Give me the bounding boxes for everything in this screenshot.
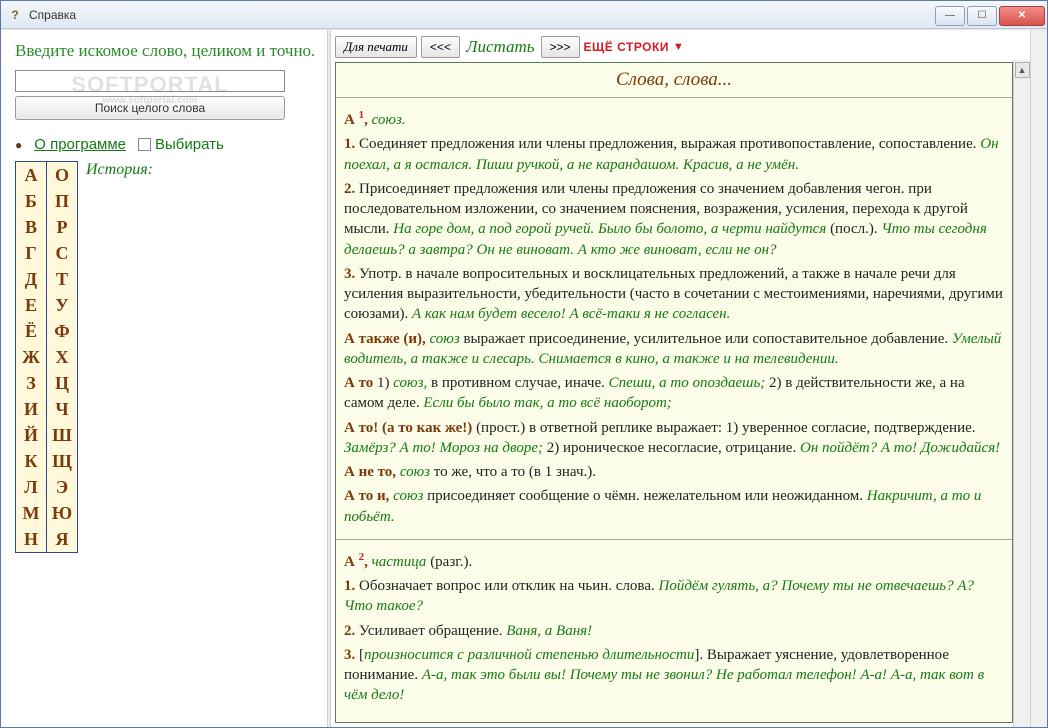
alpha-Ж[interactable]: Ж: [16, 344, 46, 370]
minimize-button[interactable]: —: [935, 6, 965, 26]
alpha-А[interactable]: А: [16, 162, 46, 188]
alpha-Ш[interactable]: Ш: [47, 422, 77, 448]
left-pane: Введите искомое слово, целиком и точно. …: [1, 30, 327, 727]
pages-label: Листать: [466, 37, 535, 57]
alpha-history-row: АБВГДЕЁЖЗИЙКЛМН ОПРСТУФХЦЧШЩЭЮЯ История:: [15, 161, 317, 553]
help-icon: ?: [7, 7, 23, 23]
right-pane: Для печати <<< Листать >>> ЕЩЁ СТРОКИ ▼ …: [331, 30, 1030, 727]
close-button[interactable]: ✕: [999, 6, 1045, 26]
next-page-button[interactable]: >>>: [541, 36, 580, 58]
alpha-Л[interactable]: Л: [16, 474, 46, 500]
alpha-Е[interactable]: Е: [16, 292, 46, 318]
search-button[interactable]: Поиск целого слова: [15, 96, 285, 120]
alpha-В[interactable]: В: [16, 214, 46, 240]
client-area: Введите искомое слово, целиком и точно. …: [1, 29, 1047, 727]
window-title: Справка: [29, 8, 935, 22]
alpha-О[interactable]: О: [47, 162, 77, 188]
checkbox-icon: [138, 138, 151, 151]
alpha-П[interactable]: П: [47, 188, 77, 214]
about-link[interactable]: О программе: [34, 136, 126, 153]
alpha-З[interactable]: З: [16, 370, 46, 396]
alpha-Й[interactable]: Й: [16, 422, 46, 448]
prev-page-button[interactable]: <<<: [421, 36, 460, 58]
alpha-Х[interactable]: Х: [47, 344, 77, 370]
entry-a1: А 1, союз. 1. Соединяет предложения или …: [336, 98, 1012, 540]
alpha-У[interactable]: У: [47, 292, 77, 318]
alpha-Я[interactable]: Я: [47, 526, 77, 552]
alpha-Р[interactable]: Р: [47, 214, 77, 240]
alpha-Т[interactable]: Т: [47, 266, 77, 292]
print-button[interactable]: Для печати: [335, 36, 417, 58]
search-input[interactable]: [15, 70, 285, 92]
alpha-Б[interactable]: Б: [16, 188, 46, 214]
alpha-Э[interactable]: Э: [47, 474, 77, 500]
alpha-К[interactable]: К: [16, 448, 46, 474]
entry-a2: А 2, частица (разг.). 1. Обозначает вопр…: [336, 540, 1012, 718]
maximize-button[interactable]: ☐: [967, 6, 997, 26]
triangle-down-icon: ▼: [673, 41, 684, 53]
outer-scrollbar[interactable]: [1030, 30, 1047, 727]
link-row: ● О программе Выбирать: [15, 136, 317, 153]
alpha-Ё[interactable]: Ё: [16, 318, 46, 344]
alpha-Д[interactable]: Д: [16, 266, 46, 292]
history-label: История:: [86, 161, 153, 553]
choose-checkbox[interactable]: Выбирать: [138, 136, 224, 153]
alphabet-grid: АБВГДЕЁЖЗИЙКЛМН ОПРСТУФХЦЧШЩЭЮЯ: [15, 161, 78, 553]
article-scroll[interactable]: Слова, слова... А 1, союз. 1. Соединяет …: [335, 62, 1013, 723]
alpha-Щ[interactable]: Щ: [47, 448, 77, 474]
alpha-И[interactable]: И: [16, 396, 46, 422]
inner-scrollbar[interactable]: ▲: [1013, 60, 1030, 727]
choose-label: Выбирать: [155, 136, 224, 153]
alpha-Ц[interactable]: Ц: [47, 370, 77, 396]
alpha-Ю[interactable]: Ю: [47, 500, 77, 526]
bullet-icon: ●: [15, 138, 22, 152]
alpha-Г[interactable]: Г: [16, 240, 46, 266]
article-heading: Слова, слова...: [336, 63, 1012, 98]
alpha-Ч[interactable]: Ч: [47, 396, 77, 422]
scroll-up-icon[interactable]: ▲: [1015, 62, 1030, 78]
app-window: ? Справка — ☐ ✕ Введите искомое слово, ц…: [0, 0, 1048, 728]
alpha-С[interactable]: С: [47, 240, 77, 266]
alpha-Н[interactable]: Н: [16, 526, 46, 552]
window-controls: — ☐ ✕: [935, 4, 1047, 26]
alpha-М[interactable]: М: [16, 500, 46, 526]
topbar: Для печати <<< Листать >>> ЕЩЁ СТРОКИ ▼: [331, 30, 1030, 60]
titlebar: ? Справка — ☐ ✕: [1, 1, 1047, 29]
more-lines-button[interactable]: ЕЩЁ СТРОКИ ▼: [584, 40, 685, 54]
alpha-Ф[interactable]: Ф: [47, 318, 77, 344]
search-prompt: Введите искомое слово, целиком и точно.: [15, 40, 317, 62]
